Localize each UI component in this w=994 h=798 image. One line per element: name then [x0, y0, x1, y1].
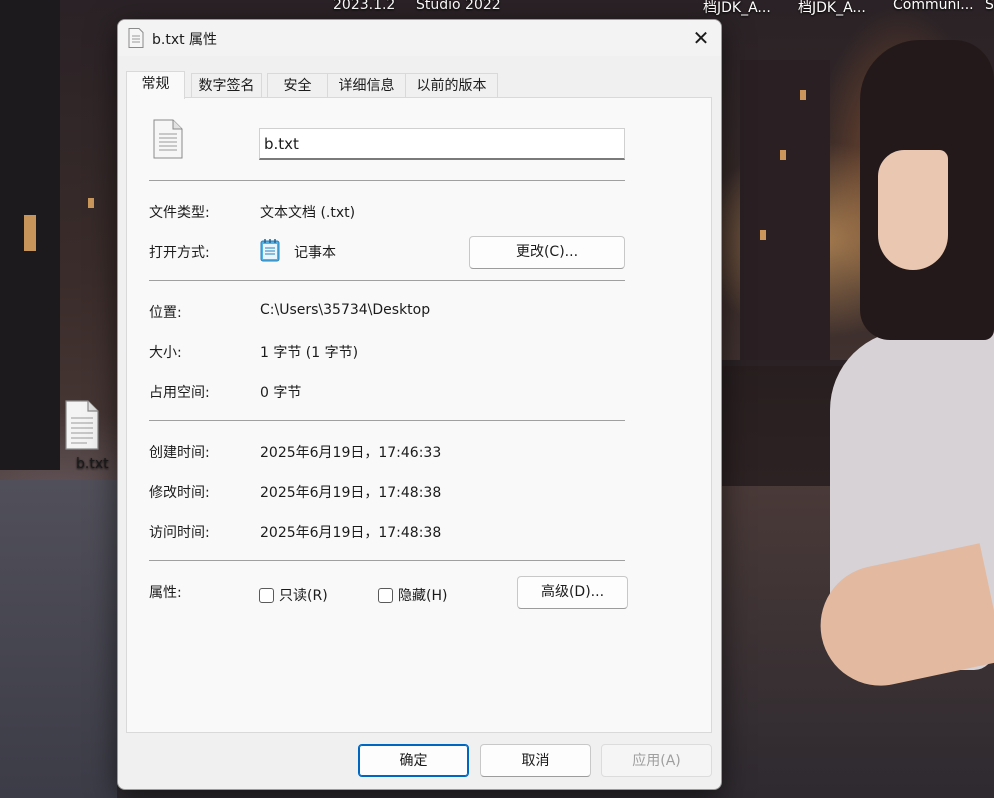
location-value: C:\Users\35734\Desktop — [260, 302, 431, 318]
advanced-button[interactable]: 高级(D)... — [517, 576, 628, 609]
divider — [149, 180, 625, 181]
modified-value: 2025年6月19日，17:48:38 — [260, 485, 442, 501]
size-label: 大小: — [149, 345, 182, 361]
wallpaper-window — [760, 230, 766, 240]
checkbox-box[interactable] — [378, 587, 393, 603]
desktop-file-icon[interactable]: b.txt — [54, 400, 109, 472]
general-tab-panel: 文件类型: 文本文档 (.txt) 打开方式: 记事本 更改(C)... 位置:… — [126, 97, 712, 733]
wallpaper-window — [88, 198, 94, 208]
created-label: 创建时间: — [149, 445, 210, 461]
accessed-label: 访问时间: — [149, 525, 210, 541]
change-program-button[interactable]: 更改(C)... — [469, 236, 625, 269]
file-type-label: 文件类型: — [149, 205, 210, 221]
top-labels: 2023.1.2 Studio 2022 档JDK_A... 档JDK_A...… — [0, 0, 994, 17]
readonly-checkbox-label: 只读(R) — [279, 588, 328, 604]
ok-button[interactable]: 确定 — [358, 744, 469, 777]
checkbox-box[interactable] — [259, 587, 274, 603]
tab-details[interactable]: 详细信息 — [327, 73, 406, 98]
disk-size-label: 占用空间: — [149, 385, 210, 401]
title-bar[interactable]: b.txt 属性 ✕ — [118, 20, 721, 56]
hidden-checkbox[interactable]: 隐藏(H) — [378, 585, 447, 605]
tab-previous-versions[interactable]: 以前的版本 — [405, 73, 498, 98]
wallpaper-building — [740, 60, 830, 360]
divider — [149, 560, 625, 561]
text-file-icon — [62, 400, 100, 450]
desktop-file-label: b.txt — [76, 456, 109, 472]
attributes-label: 属性: — [149, 585, 182, 601]
tab-security[interactable]: 安全 — [267, 73, 328, 98]
file-name-input[interactable] — [259, 128, 625, 160]
dialog-title: b.txt 属性 — [152, 32, 218, 48]
text-file-icon — [128, 28, 144, 48]
cancel-button[interactable]: 取消 — [480, 744, 591, 777]
created-value: 2025年6月19日，17:46:33 — [260, 445, 442, 461]
tab-general[interactable]: 常规 — [126, 71, 185, 99]
top-label[interactable]: 档JDK_A... — [798, 0, 866, 17]
wallpaper-window — [800, 90, 806, 100]
location-label: 位置: — [149, 305, 182, 321]
divider — [149, 420, 625, 421]
accessed-value: 2025年6月19日，17:48:38 — [260, 525, 442, 541]
wallpaper-figure-face — [878, 150, 948, 270]
top-label[interactable]: Studio 2022 — [416, 0, 501, 13]
text-file-icon — [152, 119, 184, 159]
properties-dialog: b.txt 属性 ✕ 常规 数字签名 安全 详细信息 以前的版本 文件类型: 文… — [117, 19, 722, 790]
wallpaper-window — [780, 150, 786, 160]
open-with-value: 记事本 — [294, 245, 336, 261]
file-type-value: 文本文档 (.txt) — [260, 205, 356, 221]
notepad-icon — [260, 238, 280, 262]
top-label[interactable]: S — [985, 0, 994, 13]
close-icon: ✕ — [692, 26, 710, 50]
apply-button[interactable]: 应用(A) — [601, 744, 712, 777]
size-value: 1 字节 (1 字节) — [260, 345, 359, 361]
hidden-checkbox-label: 隐藏(H) — [398, 588, 448, 604]
divider — [149, 280, 625, 281]
modified-label: 修改时间: — [149, 485, 210, 501]
top-label[interactable]: 2023.1.2 — [333, 0, 395, 13]
open-with-label: 打开方式: — [149, 245, 210, 261]
readonly-checkbox[interactable]: 只读(R) — [259, 585, 328, 605]
top-label[interactable]: Communi... — [893, 0, 974, 13]
close-button[interactable]: ✕ — [681, 20, 721, 56]
top-label[interactable]: 档JDK_A... — [703, 0, 771, 17]
tab-digital-signatures[interactable]: 数字签名 — [191, 73, 262, 98]
disk-size-value: 0 字节 — [260, 385, 302, 401]
wallpaper-window — [24, 215, 36, 251]
wallpaper-bed — [0, 480, 117, 798]
